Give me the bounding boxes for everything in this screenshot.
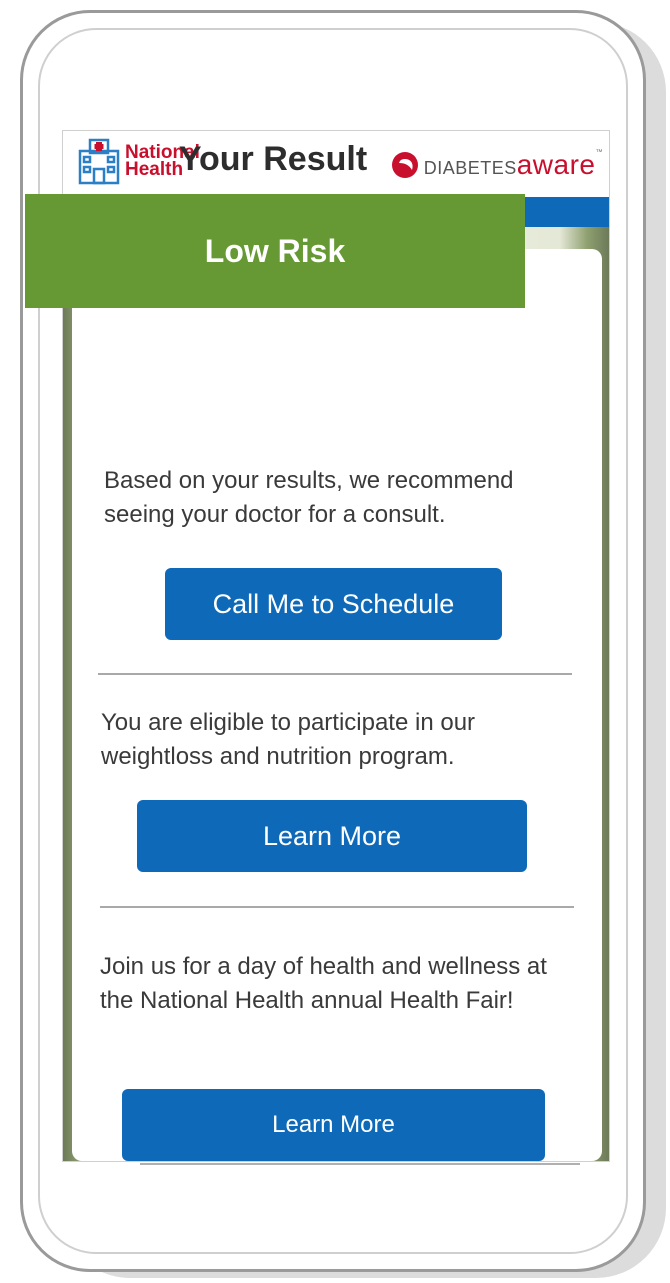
divider-2 [100,906,574,908]
health-fair-learn-more-button[interactable]: Learn More [122,1089,545,1161]
call-me-to-schedule-button[interactable]: Call Me to Schedule [165,568,502,640]
risk-level-banner: Low Risk [25,194,525,308]
eligibility-text: You are eligible to participate in our w… [101,709,476,770]
page-title: Your Result [178,140,368,178]
bottom-divider [140,1163,580,1165]
recommendation-text: Based on your results, we recommend seei… [104,467,514,528]
risk-level-label: Low Risk [204,232,346,269]
result-card [72,249,602,1161]
trademark-mark: ™ [595,149,603,156]
health-fair-text: Join us for a day of health and wellness… [100,953,547,1014]
divider-1 [98,673,572,675]
program-learn-more-button[interactable]: Learn More [137,800,527,872]
